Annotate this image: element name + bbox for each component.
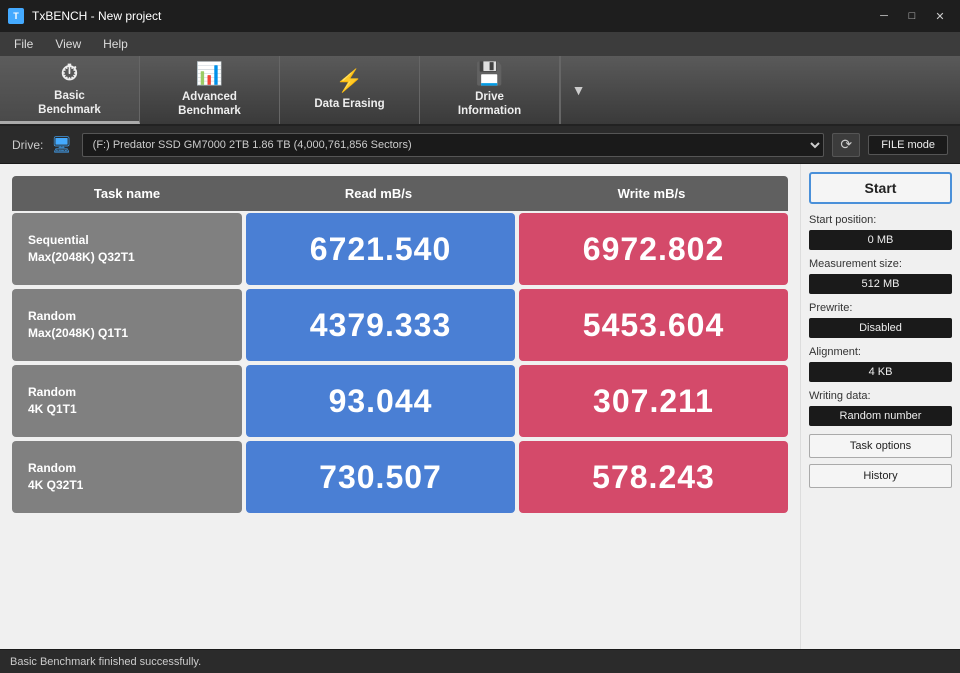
drive-information-label: DriveInformation (458, 91, 521, 119)
menu-view[interactable]: View (45, 35, 91, 53)
drive-information-icon: 💾 (476, 61, 503, 87)
task-name-2: RandomMax(2048K) Q1T1 (12, 289, 242, 361)
read-value-1: 6721.540 (246, 213, 515, 285)
basic-benchmark-icon: ⏱ (61, 60, 78, 86)
alignment-value: 4 KB (809, 362, 952, 382)
write-value-4: 578.243 (519, 441, 788, 513)
titlebar: T TxBENCH - New project ─ □ ✕ (0, 0, 960, 32)
data-erasing-icon: ⚡ (336, 68, 363, 94)
read-value-2: 4379.333 (246, 289, 515, 361)
advanced-benchmark-icon: 📊 (196, 61, 223, 87)
write-value-3: 307.211 (519, 365, 788, 437)
read-value-4: 730.507 (246, 441, 515, 513)
measurement-size-label: Measurement size: (809, 258, 952, 270)
measurement-size-value: 512 MB (809, 274, 952, 294)
drive-type-icon: 🖥 (51, 135, 71, 155)
benchmark-row-3: Random4K Q1T1 93.044 307.211 (12, 365, 788, 437)
benchmark-row-1: SequentialMax(2048K) Q32T1 6721.540 6972… (12, 213, 788, 285)
tab-basic-benchmark[interactable]: ⏱ BasicBenchmark (0, 56, 140, 124)
minimize-button[interactable]: ─ (872, 8, 896, 24)
statusbar: Basic Benchmark finished successfully. (0, 649, 960, 673)
drive-select[interactable]: (F:) Predator SSD GM7000 2TB 1.86 TB (4,… (82, 133, 825, 157)
tab-advanced-benchmark[interactable]: 📊 AdvancedBenchmark (140, 56, 280, 124)
tab-data-erasing[interactable]: ⚡ Data Erasing (280, 56, 420, 124)
drive-label: Drive: (12, 138, 43, 152)
header-read: Read mB/s (242, 176, 515, 211)
basic-benchmark-label: BasicBenchmark (38, 90, 101, 118)
start-position-label: Start position: (809, 214, 952, 226)
close-button[interactable]: ✕ (928, 8, 952, 24)
advanced-benchmark-label: AdvancedBenchmark (178, 91, 241, 119)
writing-data-label: Writing data: (809, 390, 952, 402)
data-erasing-label: Data Erasing (314, 98, 384, 112)
maximize-button[interactable]: □ (900, 8, 924, 24)
drive-refresh-button[interactable]: ⟳ (832, 133, 860, 157)
header-write: Write mB/s (515, 176, 788, 211)
benchmark-row-4: Random4K Q32T1 730.507 578.243 (12, 441, 788, 513)
benchmark-row-2: RandomMax(2048K) Q1T1 4379.333 5453.604 (12, 289, 788, 361)
right-panel: Start Start position: 0 MB Measurement s… (800, 164, 960, 649)
prewrite-value: Disabled (809, 318, 952, 338)
header-task-name: Task name (12, 176, 242, 211)
drivebar: Drive: 🖥 (F:) Predator SSD GM7000 2TB 1.… (0, 126, 960, 164)
task-name-4: Random4K Q32T1 (12, 441, 242, 513)
start-button[interactable]: Start (809, 172, 952, 204)
task-options-button[interactable]: Task options (809, 434, 952, 458)
status-text: Basic Benchmark finished successfully. (10, 656, 201, 668)
prewrite-label: Prewrite: (809, 302, 952, 314)
task-name-3: Random4K Q1T1 (12, 365, 242, 437)
alignment-label: Alignment: (809, 346, 952, 358)
menu-help[interactable]: Help (93, 35, 138, 53)
write-value-1: 6972.802 (519, 213, 788, 285)
app-icon: T (8, 8, 24, 24)
writing-data-value: Random number (809, 406, 952, 426)
file-mode-button[interactable]: FILE mode (868, 135, 948, 155)
write-value-2: 5453.604 (519, 289, 788, 361)
task-name-1: SequentialMax(2048K) Q32T1 (12, 213, 242, 285)
toolbar-dropdown[interactable]: ▼ (560, 56, 596, 124)
window-controls: ─ □ ✕ (872, 8, 952, 24)
benchmark-header: Task name Read mB/s Write mB/s (12, 176, 788, 211)
history-button[interactable]: History (809, 464, 952, 488)
read-value-3: 93.044 (246, 365, 515, 437)
menubar: File View Help (0, 32, 960, 56)
toolbar: ⏱ BasicBenchmark 📊 AdvancedBenchmark ⚡ D… (0, 56, 960, 126)
menu-file[interactable]: File (4, 35, 43, 53)
window-title: TxBENCH - New project (32, 9, 864, 23)
tab-drive-information[interactable]: 💾 DriveInformation (420, 56, 560, 124)
main-area: Task name Read mB/s Write mB/s Sequentia… (0, 164, 960, 649)
benchmark-area: Task name Read mB/s Write mB/s Sequentia… (0, 164, 800, 649)
start-position-value: 0 MB (809, 230, 952, 250)
